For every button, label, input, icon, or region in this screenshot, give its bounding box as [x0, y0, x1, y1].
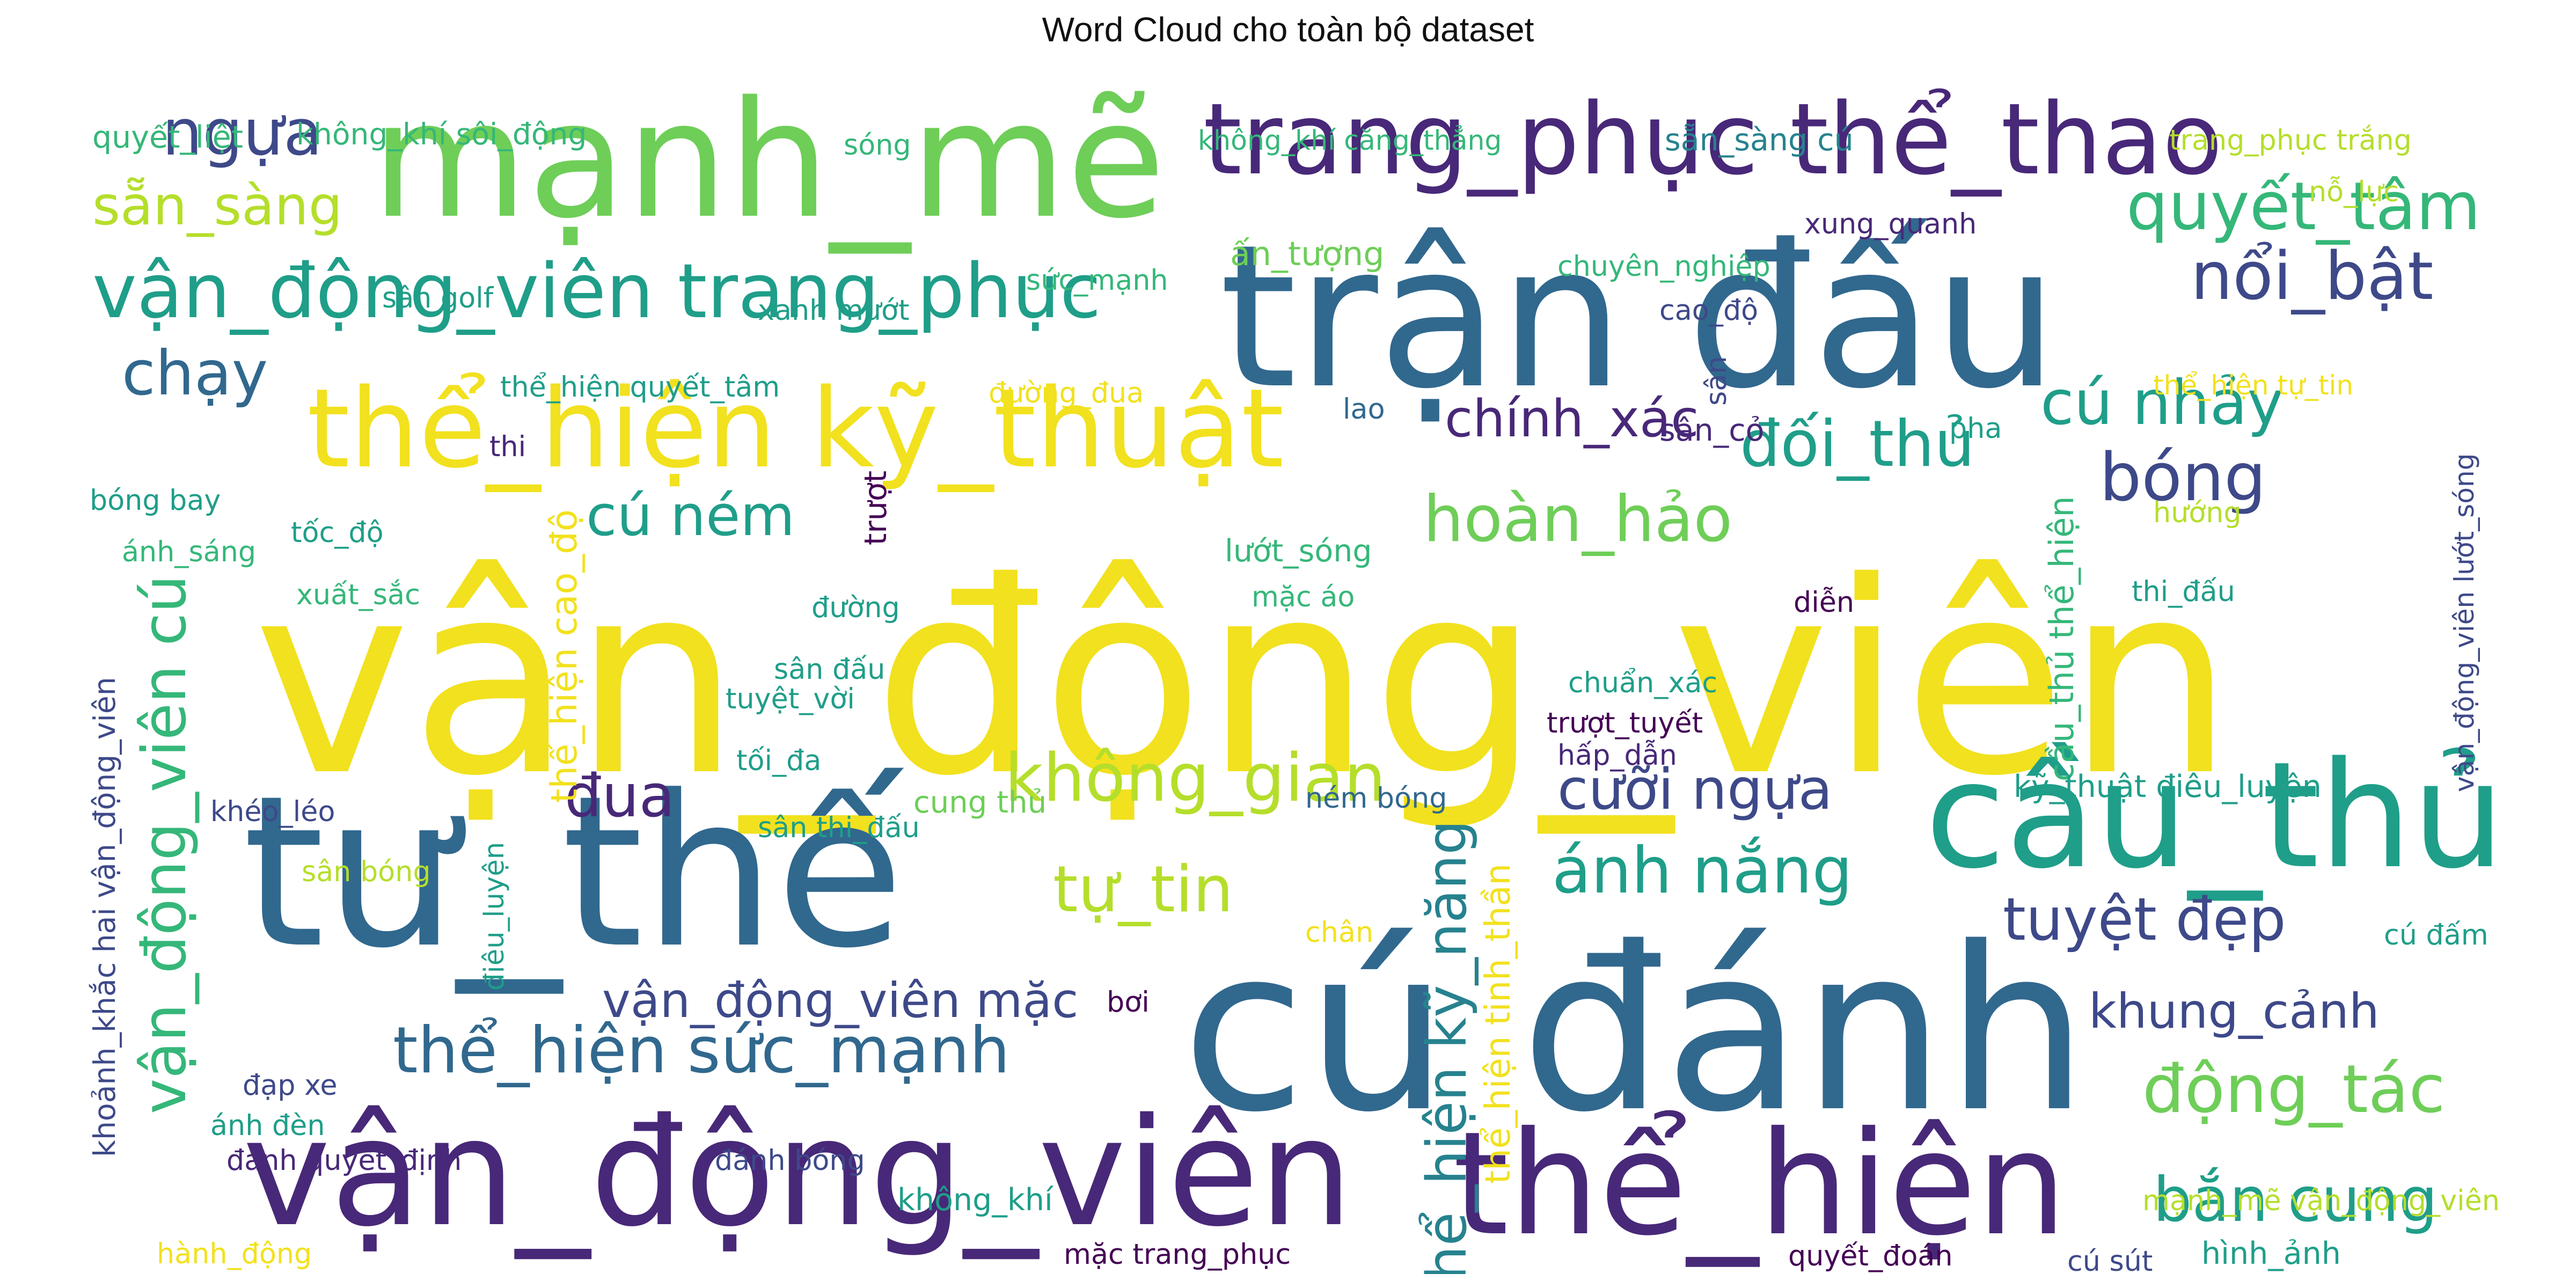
- word-cloud-word: khung_cảnh: [2089, 984, 2380, 1040]
- word-cloud-word: không_khí: [897, 1182, 1053, 1218]
- word-cloud-word: vận_động_viên trang_phục: [92, 247, 1101, 335]
- word-cloud-word: xuất_sắc: [296, 579, 420, 612]
- word-cloud-word: bóng bay: [90, 484, 221, 517]
- word-cloud-word: sẵn_sàng: [92, 174, 343, 237]
- word-cloud-word: sân thi_đấu: [758, 811, 920, 845]
- word-cloud-word: sức_mạnh: [1026, 264, 1168, 297]
- word-cloud-word: thể_hiện sức_mạnh: [393, 1014, 1010, 1088]
- word-cloud-word: đánh quyết_định: [226, 1144, 462, 1177]
- word-cloud-word: lao: [1343, 393, 1385, 426]
- word-cloud-word: tối_đa: [736, 744, 822, 778]
- word-cloud-word: vận_động_viên cú: [130, 574, 200, 1114]
- word-cloud-word: quyết_liệt: [92, 119, 244, 155]
- word-cloud-word: hấp_dẫn: [1557, 739, 1677, 772]
- word-cloud-word: thể_hiện kỹ_năng: [1415, 819, 1479, 1274]
- word-cloud-word: pha: [1949, 412, 2002, 445]
- word-cloud-word: nổi_bật: [2191, 238, 2434, 316]
- word-cloud-word: đánh bóng: [715, 1144, 865, 1177]
- word-cloud-word: tuyệt đẹp: [2003, 885, 2286, 954]
- word-cloud-word: xung_quanh: [1804, 208, 1977, 241]
- word-cloud-word: hình_ảnh: [2201, 1235, 2341, 1271]
- word-cloud-word: sẵn_sàng cú: [1665, 122, 1854, 158]
- word-cloud-word: thể_hiện cao_độ: [543, 509, 586, 803]
- word-cloud-word: kỹ_thuật điêu_luyện: [2014, 769, 2322, 804]
- word-cloud-word: bơi: [1107, 986, 1150, 1019]
- word-cloud-word: đường: [811, 591, 900, 625]
- word-cloud-word: chân: [1305, 916, 1374, 949]
- word-cloud-word: cầu_thủ: [1925, 731, 2505, 902]
- word-cloud-word: vận_động_viên lướt_sóng: [2448, 453, 2480, 792]
- word-cloud-word: xanh mướt: [758, 294, 910, 327]
- word-cloud-word: cung thủ: [913, 785, 1047, 820]
- word-cloud-word: mặc trang_phục: [1064, 1238, 1291, 1271]
- word-cloud-word: ấn_tượng: [1230, 234, 1385, 273]
- word-cloud-word: chuyên_nghiệp: [1557, 250, 1770, 283]
- word-cloud-word: trang_phục trắng: [2169, 124, 2412, 157]
- word-cloud-word: trượt: [858, 470, 894, 545]
- word-cloud-word: chạy: [122, 338, 268, 409]
- word-cloud-word: ném bóng: [1305, 782, 1447, 815]
- word-cloud: vận_động_viên mạnh_mẽ trận đấu trang_phục t…: [71, 57, 2505, 1274]
- page-title: Word Cloud cho toàn bộ dataset: [1042, 10, 1534, 49]
- word-cloud-word: hoàn_hảo: [1423, 482, 1733, 557]
- word-cloud-word: sóng: [844, 129, 911, 162]
- word-cloud-word: thể_hiện tinh_thần: [1479, 863, 1518, 1184]
- word-cloud-word: sân_cỏ: [1659, 412, 1765, 448]
- word-cloud-word: thi_đấu: [2132, 575, 2235, 609]
- word-cloud-word: hướng: [2153, 496, 2242, 530]
- word-cloud-word: diễn: [1794, 586, 1855, 619]
- word-cloud-word: đường_đua: [989, 377, 1144, 410]
- word-cloud-word: quyết_đoán: [1788, 1240, 1953, 1273]
- word-cloud-word: động_tác: [2142, 1051, 2446, 1129]
- word-cloud-word: nỗ_lực: [2309, 175, 2399, 209]
- word-cloud-word: cú đấm: [2384, 919, 2489, 952]
- word-cloud-word: quyết_tâm: [2126, 168, 2481, 246]
- word-cloud-word: hành_động: [157, 1238, 312, 1271]
- word-cloud-word: sân: [1700, 356, 1733, 406]
- word-cloud-word: thể_hiện quyết_tâm: [500, 371, 780, 404]
- word-cloud-word: cầu_thủ thể_hiện: [2042, 496, 2081, 781]
- word-cloud-word: ánh nắng: [1552, 834, 1853, 909]
- word-cloud-word: đạp xe: [243, 1069, 338, 1102]
- word-cloud-word: đối_thủ: [1740, 407, 1975, 482]
- word-cloud-word: mặc áo: [1252, 581, 1355, 614]
- word-cloud-word: tuyệt_vời: [726, 683, 855, 716]
- word-cloud-word: mạnh_mẽ vận_động_viên: [2142, 1184, 2500, 1218]
- word-cloud-word: cú sút: [2067, 1245, 2153, 1274]
- word-cloud-word: tốc_độ: [291, 516, 384, 550]
- word-cloud-word: lướt_sóng: [1225, 533, 1372, 569]
- word-cloud-word: sân đấu: [774, 653, 885, 686]
- word-cloud-word: mạnh_mẽ: [371, 66, 1166, 254]
- word-cloud-word: chuẩn_xác: [1568, 667, 1718, 700]
- word-cloud-word: khoảnh_khắc hai vận_động_viên: [88, 677, 123, 1157]
- word-cloud-word: khéo_léo: [210, 795, 335, 829]
- word-cloud-word: ánh đèn: [210, 1109, 325, 1143]
- word-cloud-word: điêu_luyện: [478, 841, 511, 991]
- word-cloud-word: sân golf: [382, 282, 494, 315]
- word-cloud-word: cú ném: [586, 482, 795, 548]
- word-cloud-word: trượt_tuyết: [1547, 707, 1703, 740]
- word-cloud-word: không_khí căng_thẳng: [1198, 124, 1502, 156]
- word-cloud-word: thể_hiện: [1453, 1101, 2067, 1267]
- word-cloud-word: thi: [489, 430, 526, 464]
- word-cloud-word: ánh_sáng: [122, 536, 257, 569]
- word-cloud-word: tự_tin: [1053, 853, 1234, 927]
- word-cloud-word: cao_độ: [1659, 294, 1759, 327]
- word-cloud-word: không_khí sôi_động: [296, 117, 587, 152]
- word-cloud-word: thể_hiện tự_tin: [2153, 369, 2354, 401]
- word-cloud-word: sân bóng: [302, 855, 431, 889]
